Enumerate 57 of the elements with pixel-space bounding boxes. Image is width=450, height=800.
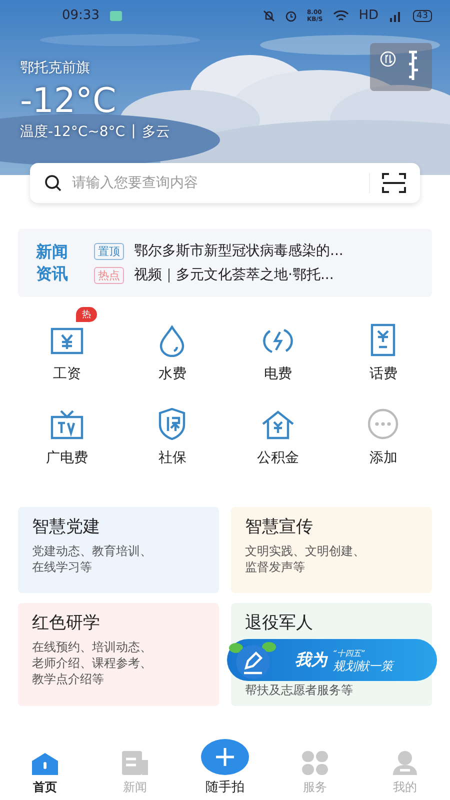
- wifi-icon: [332, 10, 349, 22]
- banner-lead: 我为: [295, 650, 327, 670]
- network-label: HD: [358, 8, 379, 23]
- feature-card[interactable]: 红色研学 在线预约、培训动态、老师介绍、课程参考、教学点介绍等: [18, 603, 219, 706]
- nav-tab[interactable]: 首页: [0, 736, 90, 800]
- yen-card-icon: [50, 327, 84, 357]
- search-icon: [44, 174, 62, 192]
- service-item[interactable]: 水费: [120, 307, 225, 383]
- nav-tab[interactable]: 随手拍: [180, 736, 270, 800]
- card-description: 党建动态、教育培训、在线学习等: [32, 543, 152, 575]
- status-time: 09:33: [62, 8, 100, 23]
- card-description: 帮扶及志愿者服务等: [245, 682, 354, 698]
- service-item[interactable]: 公积金: [225, 391, 330, 467]
- news-tag: 置顶: [94, 242, 124, 260]
- language-switch-button[interactable]: [370, 43, 432, 91]
- plus-icon: [215, 747, 235, 767]
- person-icon: [392, 750, 418, 776]
- newspaper-icon: [121, 750, 149, 776]
- weather-condition: 多云: [142, 123, 170, 141]
- card-title: 退役军人: [245, 612, 314, 634]
- card-title: 智慧党建: [32, 516, 101, 538]
- card-description: 文明实践、文明创建、监督发声等: [245, 543, 365, 575]
- service-item[interactable]: 热 工资: [14, 307, 120, 383]
- four-petal-icon: [301, 750, 329, 776]
- news-label: 新闻资讯: [36, 241, 69, 285]
- news-headline[interactable]: 视频｜多元文化荟萃之地·鄂托...: [134, 266, 334, 284]
- banner-mark: “十四五”: [333, 648, 366, 660]
- home-icon: [30, 752, 60, 776]
- service-item[interactable]: 话费: [330, 307, 436, 383]
- temperature: -12°C: [20, 81, 118, 121]
- pen-leaf-icon: [229, 640, 277, 680]
- hot-badge: 热: [76, 307, 97, 322]
- tv-icon: [48, 409, 85, 441]
- news-headline[interactable]: 鄂尔多斯市新型冠状病毒感染的...: [134, 242, 344, 260]
- banner-slogan: 规划献一策: [333, 660, 393, 673]
- signal-icon: [388, 10, 403, 22]
- city-name: 鄂托克前旗: [20, 59, 91, 77]
- card-title: 智慧宣传: [245, 516, 314, 538]
- service-item[interactable]: 社保: [120, 391, 225, 467]
- scan-icon[interactable]: [382, 173, 406, 193]
- yen-phone-icon: [369, 323, 398, 357]
- house-icon: [260, 409, 296, 441]
- card-description: 在线预约、培训动态、老师介绍、课程参考、教学点介绍等: [32, 639, 152, 687]
- feature-card[interactable]: 智慧党建 党建动态、教育培训、在线学习等: [18, 507, 219, 593]
- search-field[interactable]: 请输入您要查询内容: [72, 175, 359, 191]
- card-title: 红色研学: [32, 612, 101, 634]
- service-item[interactable]: 广电费: [14, 391, 120, 467]
- feature-card[interactable]: 智慧宣传 文明实践、文明创建、监督发声等: [231, 507, 432, 593]
- mute-icon: [263, 10, 275, 22]
- temperature-range: 温度-12°C~8°C: [20, 123, 126, 141]
- alarm-icon: [285, 10, 297, 22]
- separator: |: [131, 123, 136, 141]
- battery-level: 43: [412, 10, 432, 22]
- more-icon: [366, 407, 400, 441]
- service-item[interactable]: 电费: [225, 307, 330, 383]
- news-tag: 热点: [94, 266, 124, 284]
- service-item[interactable]: 添加: [330, 391, 436, 467]
